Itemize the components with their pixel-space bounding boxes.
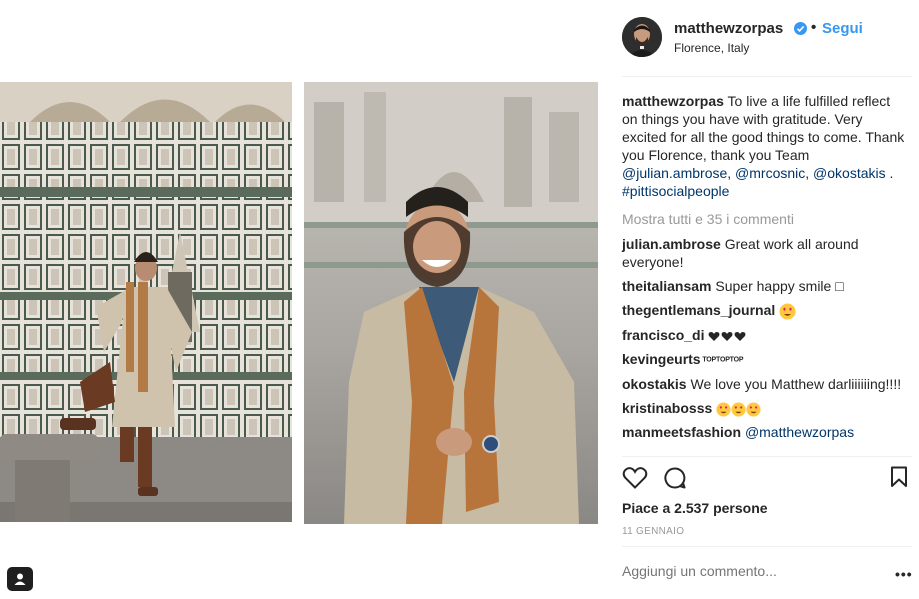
post-side-panel: matthewzorpas • Segui Florence, Italy ma… <box>612 0 919 599</box>
comment-item: kristinabosss <box>622 399 907 417</box>
caption-separator: , <box>805 165 814 181</box>
comment-username[interactable]: kevingeurts <box>622 351 701 367</box>
more-options-button[interactable]: ••• <box>895 566 913 582</box>
mention-link[interactable]: @julian.ambrose <box>622 165 727 181</box>
heart-eyes-emoji-icon <box>716 400 761 417</box>
comments-divider <box>622 456 912 457</box>
photo-full-body[interactable] <box>0 82 292 522</box>
tagged-users-button[interactable] <box>7 567 33 591</box>
verified-badge-icon <box>794 22 807 35</box>
bookmark-icon[interactable] <box>890 466 908 488</box>
comment-item: thegentlemans_journal <box>622 301 907 320</box>
comment-username[interactable]: kristinabosss <box>622 400 712 416</box>
heart-eyes-emoji-icon <box>779 303 796 320</box>
cathedral-photo-left <box>0 82 292 522</box>
post-media[interactable] <box>0 0 612 599</box>
post-caption: matthewzorpas To live a life fulfilled r… <box>622 92 907 200</box>
action-bar <box>622 466 912 492</box>
avatar[interactable] <box>622 17 662 57</box>
comment-text: Super happy smile □ <box>711 278 844 294</box>
caption-separator: , <box>727 165 736 181</box>
comment-username[interactable]: manmeetsfashion <box>622 424 741 440</box>
comments-list: matthewzorpas To live a life fulfilled r… <box>622 92 907 447</box>
comment-text: TOPTOPTOP <box>700 356 744 364</box>
likes-count[interactable]: Piace a 2.537 persone <box>622 500 768 516</box>
photo-portrait[interactable] <box>304 82 598 524</box>
cathedral-photo-right <box>304 82 598 524</box>
comment-username[interactable]: francisco_di <box>622 327 704 343</box>
comment-username[interactable]: julian.ambrose <box>622 236 721 252</box>
mention-link[interactable]: @mrcosnic <box>735 165 805 181</box>
mention-link[interactable]: @okostakis <box>813 165 886 181</box>
comment-username[interactable]: okostakis <box>622 376 687 392</box>
add-comment-input[interactable] <box>622 563 872 579</box>
follow-button[interactable]: Segui <box>822 20 863 37</box>
comment-username[interactable]: theitaliansam <box>622 278 711 294</box>
comment-item: julian.ambrose Great work all around eve… <box>622 235 907 271</box>
post-location[interactable]: Florence, Italy <box>674 41 749 55</box>
comment-item: kevingeurts TOPTOPTOP <box>622 350 907 369</box>
hashtag-link[interactable]: #pittisocialpeople <box>622 183 729 199</box>
comment-bubble-icon[interactable] <box>663 466 687 490</box>
comment-item: theitaliansam Super happy smile □ <box>622 277 907 295</box>
comment-text: We love you Matthew darliiiiiing!!!! <box>686 376 902 393</box>
hearts-emoji-icon <box>708 327 747 343</box>
header-divider <box>622 76 912 77</box>
caption-separator: . <box>885 165 894 181</box>
caption-username[interactable]: matthewzorpas <box>622 93 724 109</box>
author-username[interactable]: matthewzorpas <box>674 20 783 37</box>
comment-username[interactable]: thegentlemans_journal <box>622 302 775 318</box>
post-header: matthewzorpas • Segui Florence, Italy <box>622 17 912 59</box>
comment-item: francisco_di <box>622 326 907 344</box>
footer-divider <box>622 546 912 547</box>
comment-item: okostakis We love you Matthew darliiiiii… <box>622 375 907 393</box>
show-all-comments-link[interactable]: Mostra tutti e 35 i commenti <box>622 210 907 228</box>
user-tag-icon <box>14 573 26 585</box>
mention-link[interactable]: @matthewzorpas <box>745 424 854 440</box>
header-separator: • <box>811 19 817 36</box>
comment-item: manmeetsfashion @matthewzorpas <box>622 423 907 441</box>
post-date[interactable]: 11 GENNAIO <box>622 526 684 537</box>
heart-outline-icon[interactable] <box>622 466 648 490</box>
